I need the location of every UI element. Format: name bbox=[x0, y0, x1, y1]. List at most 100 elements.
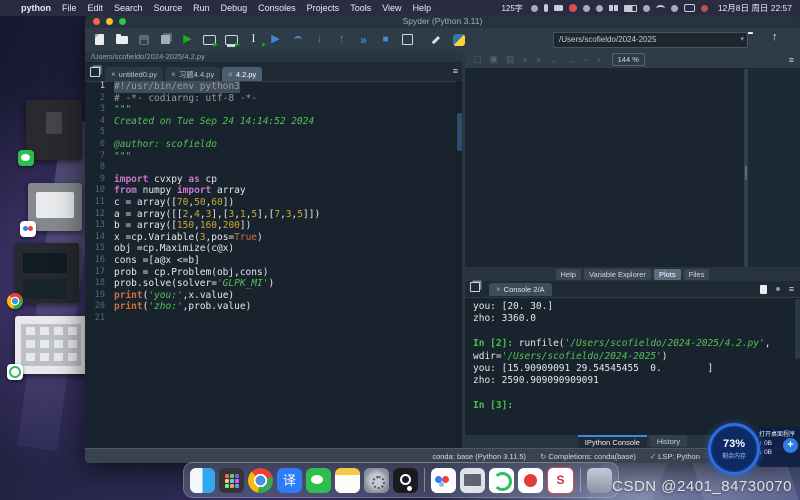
code-line[interactable]: 13b = array([150,160,200]) bbox=[85, 220, 462, 232]
continue-execution-icon[interactable]: » bbox=[356, 32, 371, 47]
completions-status[interactable]: ↻Completions: conda(base) bbox=[540, 452, 636, 461]
remove-plot-icon[interactable]: × bbox=[523, 55, 528, 65]
code-line[interactable]: 3""" bbox=[85, 104, 462, 116]
code-line[interactable]: 6@author: scofieldo bbox=[85, 139, 462, 151]
memory-widget-circle[interactable]: 73% 剩余内存 bbox=[708, 423, 760, 475]
code-line[interactable]: 21 bbox=[85, 313, 462, 325]
menu-help[interactable]: Help bbox=[413, 3, 432, 13]
trash-icon[interactable] bbox=[587, 468, 612, 493]
browse-console-tabs-icon[interactable] bbox=[470, 282, 480, 292]
system-settings-icon[interactable] bbox=[364, 468, 389, 493]
close-console-icon[interactable]: × bbox=[496, 285, 501, 294]
debug-file-icon[interactable]: ▶ bbox=[268, 32, 283, 47]
run-icon[interactable]: ▶ bbox=[180, 32, 195, 47]
translate-icon[interactable]: 译 bbox=[277, 468, 302, 493]
python-env-icon[interactable] bbox=[451, 32, 466, 47]
menu-consoles[interactable]: Consoles bbox=[258, 3, 296, 13]
battery-icon[interactable] bbox=[624, 5, 637, 12]
preview-window-icon[interactable] bbox=[460, 468, 485, 493]
notes-icon[interactable] bbox=[335, 468, 360, 493]
close-tab-icon[interactable]: × bbox=[111, 70, 116, 79]
run-selection-icon[interactable]: I bbox=[246, 32, 261, 47]
open-folder-icon[interactable] bbox=[114, 32, 129, 47]
plots-options-menu-icon[interactable]: ≡ bbox=[789, 55, 794, 65]
step-over-icon[interactable] bbox=[290, 32, 305, 47]
pane-tab-files[interactable]: Files bbox=[684, 269, 710, 280]
passwords-icon[interactable] bbox=[393, 468, 418, 493]
code-line[interactable]: 1#!/usr/bin/env python3 bbox=[85, 81, 462, 93]
editor-tab[interactable]: ×untitled0.py bbox=[105, 67, 163, 81]
bluetooth-icon[interactable] bbox=[643, 5, 650, 12]
save-plot-icon[interactable]: ▢ bbox=[473, 54, 482, 65]
display-split-icon[interactable] bbox=[609, 5, 618, 11]
close-tab-icon[interactable]: × bbox=[171, 70, 176, 79]
parent-directory-icon[interactable]: ↑ bbox=[772, 31, 778, 43]
mic-icon[interactable] bbox=[544, 4, 548, 12]
next-plot-icon[interactable]: → bbox=[566, 55, 575, 65]
code-area[interactable]: 1#!/usr/bin/env python32# -*- codiarng: … bbox=[85, 81, 462, 449]
save-all-plots-icon[interactable]: ▣ bbox=[490, 54, 499, 65]
search-icon[interactable] bbox=[671, 5, 678, 12]
menu-run[interactable]: Run bbox=[193, 3, 210, 13]
close-tab-icon[interactable]: × bbox=[228, 70, 233, 79]
console-output[interactable]: you: [20. 30.]zho: 3360.0 In [2]: runfil… bbox=[473, 301, 796, 434]
code-line[interactable]: 12a = array([[2,4,3],[3,1,5],[7,3,5]]) bbox=[85, 209, 462, 221]
working-directory-input[interactable]: /Users/scofieldo/2024-2025 ▾ bbox=[553, 32, 748, 48]
menu-edit[interactable]: Edit bbox=[88, 3, 104, 13]
new-file-icon[interactable] bbox=[92, 32, 107, 47]
code-line[interactable]: 18prob.solve(solver='GLPK_MI') bbox=[85, 278, 462, 290]
editor-tab[interactable]: ×4.2.py bbox=[222, 67, 262, 81]
chrome-icon[interactable] bbox=[248, 468, 273, 493]
input-method-indicator[interactable]: 125字 bbox=[501, 3, 522, 14]
smiley-icon[interactable] bbox=[531, 5, 538, 12]
remove-all-plots-icon[interactable]: × bbox=[536, 55, 541, 65]
previous-plot-icon[interactable]: ← bbox=[549, 55, 558, 65]
code-line[interactable]: 17prob = cp.Problem(obj,cons) bbox=[85, 267, 462, 279]
menu-debug[interactable]: Debug bbox=[221, 3, 248, 13]
step-into-icon[interactable]: ↓ bbox=[312, 32, 327, 47]
menu-source[interactable]: Source bbox=[154, 3, 183, 13]
menu-search[interactable]: Search bbox=[114, 3, 143, 13]
code-line[interactable]: 19print('you:',x.value) bbox=[85, 290, 462, 302]
wechat-icon[interactable] bbox=[306, 468, 331, 493]
console-scrollbar-thumb[interactable] bbox=[795, 299, 800, 359]
new-console-icon[interactable] bbox=[760, 285, 767, 294]
editor-scrollbar-thumb[interactable] bbox=[457, 113, 462, 151]
tab-ipython-console[interactable]: IPython Console bbox=[578, 435, 647, 448]
record-icon[interactable] bbox=[569, 4, 577, 12]
save-icon[interactable] bbox=[136, 32, 151, 47]
red-s-app-icon[interactable]: S bbox=[547, 467, 574, 494]
wifi-icon[interactable] bbox=[656, 5, 665, 12]
preferences-icon[interactable] bbox=[429, 32, 444, 47]
keyboard-icon[interactable] bbox=[554, 5, 563, 11]
menu-projects[interactable]: Projects bbox=[307, 3, 340, 13]
run-cell-advance-icon[interactable] bbox=[224, 32, 239, 47]
memory-widget-add-button[interactable]: + bbox=[783, 438, 798, 453]
menu-tools[interactable]: Tools bbox=[350, 3, 371, 13]
window-titlebar[interactable]: Spyder (Python 3.11) bbox=[85, 14, 800, 28]
maximize-pane-icon[interactable] bbox=[400, 32, 415, 47]
code-line[interactable]: 7""" bbox=[85, 151, 462, 163]
minimized-window-thumbnail[interactable] bbox=[15, 316, 89, 374]
run-cell-icon[interactable] bbox=[202, 32, 217, 47]
code-line[interactable]: 14x =cp.Variable(3,pos=True) bbox=[85, 232, 462, 244]
minimized-window-thumbnail[interactable] bbox=[15, 243, 79, 303]
active-app-menu[interactable]: python bbox=[21, 3, 51, 13]
conda-env-status[interactable]: conda: base (Python 3.11.5) bbox=[432, 452, 526, 461]
splitter-handle[interactable] bbox=[745, 166, 747, 180]
baidu-netdisk-icon[interactable] bbox=[431, 468, 456, 493]
code-line[interactable]: 8 bbox=[85, 162, 462, 174]
browse-tabs-icon[interactable] bbox=[90, 67, 100, 77]
editor-scrollbar[interactable] bbox=[456, 81, 462, 449]
editor-options-menu-icon[interactable]: ≡ bbox=[453, 66, 458, 76]
tab-history[interactable]: History bbox=[650, 435, 687, 447]
code-line[interactable]: 4Created on Tue Sep 24 14:14:52 2024 bbox=[85, 116, 462, 128]
code-line[interactable]: 9import cvxpy as cp bbox=[85, 174, 462, 186]
launchpad-icon[interactable] bbox=[219, 468, 244, 493]
chevron-down-icon[interactable]: ▾ bbox=[740, 33, 747, 47]
code-line[interactable]: 5 bbox=[85, 127, 462, 139]
control-center-icon[interactable] bbox=[684, 4, 695, 12]
finder-icon[interactable] bbox=[190, 468, 215, 493]
code-line[interactable]: 10from numpy import array bbox=[85, 185, 462, 197]
lsp-status[interactable]: ✓LSP: Python bbox=[650, 452, 700, 461]
